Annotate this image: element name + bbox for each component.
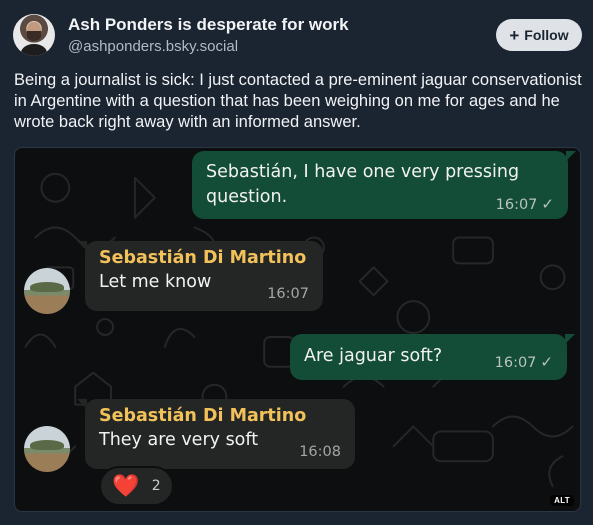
outgoing-message-1[interactable]: Sebastián, I have one very pressing ques… [192, 151, 568, 219]
post: Ash Ponders is desperate for work @ashpo… [0, 0, 593, 525]
author-avatar[interactable] [13, 14, 55, 56]
outgoing-message-2[interactable]: Are jaguar soft? 16:07 ✓ [290, 334, 567, 380]
message-meta: 16:07 ✓ [496, 194, 554, 213]
message-time: 16:07 [267, 286, 309, 302]
heart-reaction[interactable]: ❤️ 2 [99, 466, 174, 506]
contact-avatar[interactable] [24, 268, 70, 314]
bubble-tail [565, 334, 575, 344]
bubble-tail [566, 151, 576, 161]
contact-avatar[interactable] [24, 426, 70, 472]
alt-text-badge[interactable]: ALT [550, 495, 574, 506]
incoming-message-2[interactable]: Sebastián Di Martino They are very soft … [85, 399, 355, 469]
author-handle[interactable]: @ashponders.bsky.social [68, 38, 238, 55]
avatar-beard [27, 31, 41, 41]
incoming-message-1[interactable]: Sebastián Di Martino Let me know 16:07 [85, 241, 323, 311]
message-time: 16:08 [299, 444, 341, 460]
check-icon: ✓ [540, 353, 553, 371]
reaction-count: 2 [151, 478, 161, 494]
sender-name: Sebastián Di Martino [99, 406, 307, 426]
heart-icon: ❤️ [112, 473, 140, 498]
message-meta: 16:07 ✓ [495, 352, 553, 371]
bubble-tail [77, 399, 87, 409]
plus-icon: + [509, 25, 520, 45]
sender-name: Sebastián Di Martino [99, 248, 307, 268]
follow-button[interactable]: + Follow [496, 19, 582, 51]
avatar-body [21, 44, 47, 56]
avatar-landscape [30, 282, 64, 292]
embedded-chat-screenshot[interactable]: Sebastián, I have one very pressing ques… [14, 147, 581, 512]
check-icon: ✓ [541, 195, 554, 213]
message-text: Are jaguar soft? [304, 346, 443, 366]
follow-label: Follow [524, 27, 569, 43]
bubble-tail [77, 241, 87, 251]
post-text: Being a journalist is sick: I just conta… [14, 71, 582, 131]
message-time: 16:07 [494, 355, 537, 371]
avatar-landscape [30, 440, 64, 450]
author-display-name[interactable]: Ash Ponders is desperate for work [68, 15, 349, 35]
message-time: 16:07 [495, 197, 538, 213]
